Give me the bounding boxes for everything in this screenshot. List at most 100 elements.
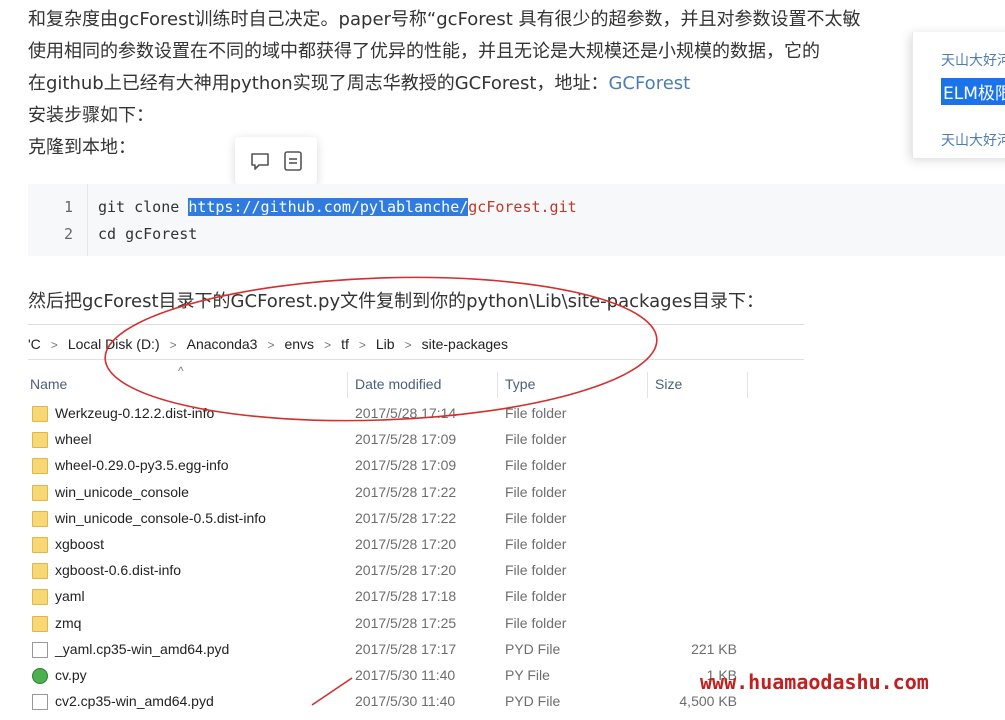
file-name: wheel-0.29.0-py3.5.egg-info xyxy=(55,457,229,474)
file-icon xyxy=(32,694,48,711)
column-header-size[interactable]: Size xyxy=(655,376,682,392)
folder-icon xyxy=(32,458,48,475)
address-divider xyxy=(28,359,804,360)
file-row[interactable]: win_unicode_console-0.5.dist-info 2017/5/… xyxy=(28,506,804,532)
folder-icon xyxy=(32,615,48,632)
column-headers: Name Date modified Type Size xyxy=(28,372,804,398)
breadcrumb-chevron-icon: > xyxy=(358,338,366,352)
breadcrumb-segment[interactable]: envs xyxy=(284,336,314,352)
file-date: 2017/5/28 17:25 xyxy=(355,614,457,631)
file-type: File folder xyxy=(505,535,567,552)
code-command: git clone xyxy=(98,198,189,216)
note-icon[interactable] xyxy=(283,150,303,172)
file-name: win_unicode_console-0.5.dist-info xyxy=(55,509,266,526)
column-header-name[interactable]: Name xyxy=(30,376,67,392)
file-row[interactable]: zmq 2017/5/28 17:25 File folder xyxy=(28,611,804,637)
comment-icon[interactable] xyxy=(249,150,271,172)
file-date: 2017/5/28 17:09 xyxy=(355,431,457,448)
code-line-1[interactable]: git clone https://github.com/pylablanche… xyxy=(98,198,577,216)
file-type: File folder xyxy=(505,509,567,526)
breadcrumb-chevron-icon: > xyxy=(324,338,332,352)
breadcrumb-segment[interactable]: site-packages xyxy=(422,336,508,352)
file-type: File folder xyxy=(505,562,567,579)
file-date: 2017/5/28 17:20 xyxy=(355,535,457,552)
file-row[interactable]: xgboost-0.6.dist-info 2017/5/28 17:20 File… xyxy=(28,558,804,584)
file-size: 4,500 KB xyxy=(679,693,737,710)
file-name: cv.py xyxy=(55,666,87,683)
clone-heading: 克隆到本地： xyxy=(28,137,136,158)
related-article-link-highlighted[interactable]: ELM极限 xyxy=(941,78,1005,105)
file-name: win_unicode_console xyxy=(55,483,189,500)
file-type: File folder xyxy=(505,457,567,474)
file-type: File folder xyxy=(505,405,567,421)
line-number-2: 2 xyxy=(64,225,74,243)
selected-url[interactable]: https://github.com/pylablanche/ xyxy=(188,198,469,216)
file-type: PYD File xyxy=(505,693,561,710)
breadcrumb-chevron-icon: > xyxy=(404,338,412,352)
file-type: File folder xyxy=(505,431,567,448)
column-divider[interactable] xyxy=(647,372,648,398)
breadcrumb-segment[interactable]: Local Disk (D:) xyxy=(68,336,160,352)
file-date: 2017/5/28 17:17 xyxy=(355,640,457,657)
article-paragraph-2: 使用相同的参数设置在不同的域中都获得了优异的性能，并且无论是大规模还是小规模的数… xyxy=(28,41,820,62)
related-article-link-1[interactable]: 天山大好河 xyxy=(941,50,1005,70)
breadcrumb-segment[interactable]: tf xyxy=(341,336,349,352)
folder-icon xyxy=(32,484,48,501)
file-date: 2017/5/30 11:40 xyxy=(355,693,456,710)
folder-icon xyxy=(32,406,48,422)
file-date: 2017/5/30 11:40 xyxy=(355,666,456,683)
breadcrumb-segment[interactable]: Anaconda3 xyxy=(187,336,258,352)
column-header-date[interactable]: Date modified xyxy=(355,376,441,392)
file-type: PY File xyxy=(505,666,550,683)
file-row[interactable]: cv.py 2017/5/30 11:40 PY File 1 KB xyxy=(28,663,804,689)
site-watermark: www.huamaodashu.com xyxy=(700,670,929,694)
line-number-1: 1 xyxy=(64,198,74,216)
breadcrumb-chevron-icon: > xyxy=(267,338,275,352)
file-row[interactable]: win_unicode_console 2017/5/28 17:22 File f… xyxy=(28,480,804,506)
column-divider[interactable] xyxy=(497,372,498,398)
file-date: 2017/5/28 17:18 xyxy=(355,588,457,605)
breadcrumb-segment[interactable]: Lib xyxy=(376,336,395,352)
column-divider[interactable] xyxy=(747,372,748,398)
file-row[interactable]: _yaml.cp35-win_amd64.pyd 2017/5/28 17:17 P… xyxy=(28,637,804,663)
file-type: PYD File xyxy=(505,640,561,657)
file-type: File folder xyxy=(505,588,567,605)
file-type: File folder xyxy=(505,614,567,631)
file-list: Werkzeug-0.12.2.dist-info 2017/5/28 17:14… xyxy=(28,401,804,715)
folder-icon xyxy=(32,563,48,580)
file-name: _yaml.cp35-win_amd64.pyd xyxy=(55,640,230,657)
code-line-2[interactable]: cd gcForest xyxy=(98,225,197,243)
copy-instruction: 然后把gcForest目录下的GCForest.py文件复制到你的python\… xyxy=(28,291,765,312)
file-row[interactable]: Werkzeug-0.12.2.dist-info 2017/5/28 17:14… xyxy=(28,401,804,427)
file-row[interactable]: cv2.cp35-win_amd64.pyd 2017/5/30 11:40 PYD… xyxy=(28,689,804,715)
code-block: 1 git clone https://github.com/pylablanc… xyxy=(28,184,1005,256)
breadcrumb-chevron-icon: > xyxy=(50,338,58,352)
python-file-icon xyxy=(32,667,48,684)
file-date: 2017/5/28 17:09 xyxy=(355,457,457,474)
code-gutter xyxy=(28,184,88,256)
file-name: Werkzeug-0.12.2.dist-info xyxy=(55,405,215,421)
folder-icon xyxy=(32,536,48,553)
article-paragraph-3-text: 在github上已经有大神用python实现了周志华教授的GCForest，地址… xyxy=(28,73,609,94)
file-name: xgboost-0.6.dist-info xyxy=(55,562,182,579)
related-articles-popup: 天山大好河 ELM极限 天山大好河 xyxy=(912,32,1005,158)
file-row[interactable]: xgboost 2017/5/28 17:20 File folder xyxy=(28,532,804,558)
related-article-link-2[interactable]: 天山大好河 xyxy=(941,130,1005,150)
column-divider[interactable] xyxy=(347,372,348,398)
file-row[interactable]: wheel 2017/5/28 17:09 File folder xyxy=(28,427,804,453)
file-date: 2017/5/28 17:22 xyxy=(355,509,457,526)
breadcrumb-chevron-icon: > xyxy=(169,338,177,352)
file-row[interactable]: yaml 2017/5/28 17:18 File folder xyxy=(28,584,804,610)
code-repo-name: gcForest.git xyxy=(468,198,577,216)
file-name: cv2.cp35-win_amd64.pyd xyxy=(55,693,214,710)
file-size: 221 KB xyxy=(691,640,737,657)
selection-toolbar xyxy=(235,137,317,185)
file-name: xgboost xyxy=(55,535,105,552)
gcforest-link[interactable]: GCForest xyxy=(608,73,690,94)
folder-icon xyxy=(32,432,48,449)
address-breadcrumb[interactable]: 'C > Local Disk (D:) > Anaconda3 > envs > tf > Lib… xyxy=(28,336,508,352)
column-header-type[interactable]: Type xyxy=(505,376,535,392)
file-date: 2017/5/28 17:20 xyxy=(355,562,457,579)
breadcrumb-segment[interactable]: 'C xyxy=(28,336,41,352)
file-row[interactable]: wheel-0.29.0-py3.5.egg-info 2017/5/28 17:… xyxy=(28,453,804,479)
